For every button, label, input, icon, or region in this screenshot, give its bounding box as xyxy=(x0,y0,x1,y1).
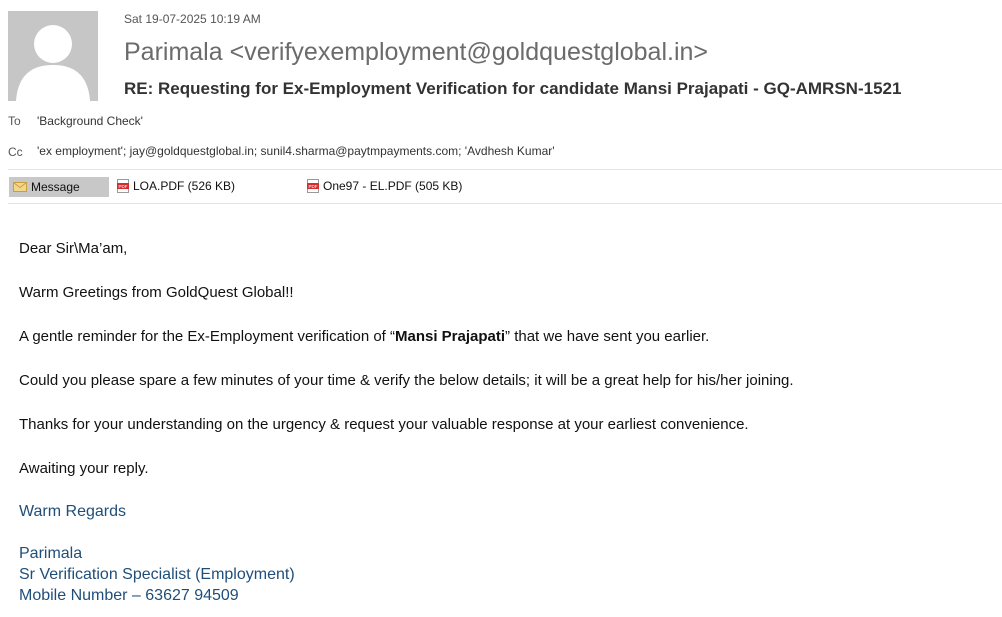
divider xyxy=(8,203,1002,204)
message-tab[interactable]: Message xyxy=(9,177,109,197)
email-reading-pane: Sat 19-07-2025 10:19 AM Parimala <verify… xyxy=(0,0,1002,617)
signature-mobile: Mobile Number – 63627 94509 xyxy=(19,587,239,604)
body-paragraph: Could you please spare a few minutes of … xyxy=(19,372,794,389)
body-paragraph: Awaiting your reply. xyxy=(19,460,149,477)
candidate-name: Mansi Prajapati xyxy=(395,328,506,345)
attachment-name: LOA.PDF (526 KB) xyxy=(133,179,236,193)
svg-text:PDF: PDF xyxy=(309,184,318,189)
text-fragment: ” that we have sent you earlier. xyxy=(505,328,710,345)
pdf-icon: PDF xyxy=(117,179,129,193)
cc-label: Cc xyxy=(8,145,23,159)
sender-name[interactable]: Parimala <verifyexemployment@goldquestgl… xyxy=(124,38,708,67)
signature-name: Parimala xyxy=(19,545,83,562)
message-tab-label: Message xyxy=(31,180,80,194)
pdf-icon: PDF xyxy=(307,179,319,193)
divider xyxy=(8,169,1002,170)
to-label: To xyxy=(8,114,21,128)
greeting: Dear Sir\Ma’am, xyxy=(19,240,128,257)
body-paragraph: A gentle reminder for the Ex-Employment … xyxy=(19,328,709,345)
person-icon xyxy=(8,11,98,101)
signature-closing: Warm Regards xyxy=(19,503,126,520)
signature-title: Sr Verification Specialist (Employment) xyxy=(19,566,295,583)
to-recipients[interactable]: 'Background Check' xyxy=(37,114,143,128)
sent-datetime: Sat 19-07-2025 10:19 AM xyxy=(124,12,261,26)
svg-text:PDF: PDF xyxy=(119,184,128,189)
body-paragraph: Thanks for your understanding on the urg… xyxy=(19,416,749,433)
avatar xyxy=(8,11,98,101)
cc-recipients[interactable]: 'ex employment'; jay@goldquestglobal.in;… xyxy=(37,144,555,158)
body-paragraph: Warm Greetings from GoldQuest Global!! xyxy=(19,284,294,301)
attachment-name: One97 - EL.PDF (505 KB) xyxy=(323,179,463,193)
attachment-loa-pdf[interactable]: PDF LOA.PDF (526 KB) xyxy=(117,179,235,193)
envelope-icon xyxy=(13,182,27,192)
attachment-one97-el-pdf[interactable]: PDF One97 - EL.PDF (505 KB) xyxy=(307,179,462,193)
text-fragment: A gentle reminder for the Ex-Employment … xyxy=(19,328,395,345)
email-subject: RE: Requesting for Ex-Employment Verific… xyxy=(124,79,902,98)
